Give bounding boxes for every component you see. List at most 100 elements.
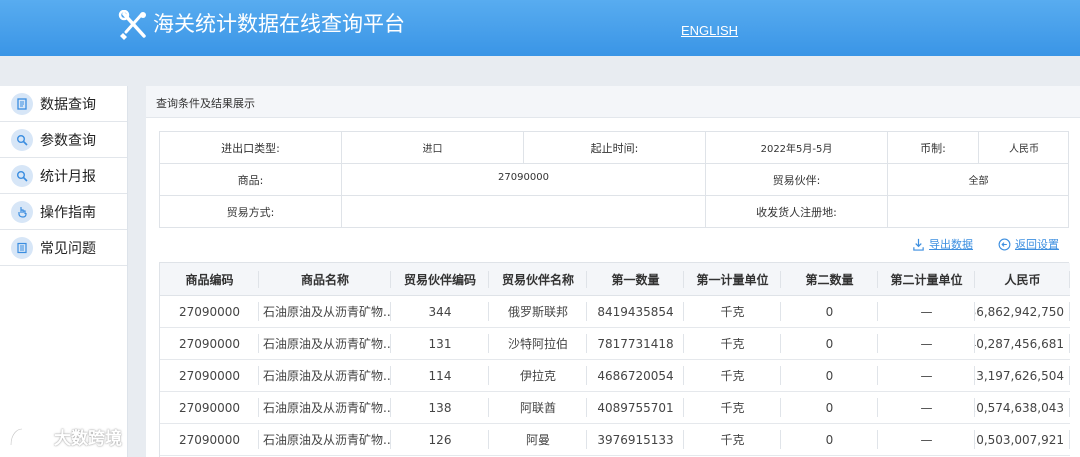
partner-name-cell: 沙特阿拉伯	[489, 328, 587, 359]
hand-pointer-icon	[11, 200, 33, 223]
sidebar-item-label: 操作指南	[40, 204, 96, 221]
period-value: 2022年5月-5月	[706, 132, 888, 164]
rmb-value-cell: 20,574,638,043	[975, 392, 1070, 423]
partner-code-cell: 138	[391, 392, 489, 423]
sidebar-item-label: 参数查询	[40, 132, 96, 149]
period-label: 起止时间:	[524, 132, 706, 164]
commodity-code-cell: 27090000	[160, 328, 259, 359]
trade-mode-label: 贸易方式:	[160, 196, 342, 227]
first-quantity-cell: 4089755701	[587, 392, 684, 423]
search-icon	[11, 128, 33, 151]
second-quantity-cell: 0	[781, 296, 878, 327]
commodity-code-cell: 27090000	[160, 424, 259, 455]
sidebar-item-data-query[interactable]: 数据查询	[0, 86, 127, 122]
watermark-text: 大数跨境	[54, 429, 122, 449]
column-header[interactable]: 贸易伙伴编码	[391, 263, 489, 296]
commodity-name-cell: 石油原油及从沥青矿物...	[259, 328, 391, 359]
app-header: 海关统计数据在线查询平台 ENGLISH	[0, 0, 1080, 56]
commodity-value: 27090000	[342, 164, 706, 196]
partner-name-cell: 阿曼	[489, 424, 587, 455]
commodity-name-cell: 石油原油及从沥青矿物...	[259, 392, 391, 423]
column-header[interactable]: 商品编码	[160, 263, 259, 296]
first-unit-cell: 千克	[684, 328, 781, 359]
currency-label: 币制:	[888, 132, 979, 164]
first-unit-cell: 千克	[684, 296, 781, 327]
export-data-button[interactable]: 导出数据	[912, 236, 973, 252]
column-header[interactable]: 第一数量	[587, 263, 684, 296]
header-band	[0, 56, 1080, 86]
trade-mode-value	[342, 196, 706, 227]
watermark: 大数跨境	[8, 424, 122, 449]
second-unit-cell: —	[878, 328, 975, 359]
second-quantity-cell: 0	[781, 328, 878, 359]
back-to-settings-label: 返回设置	[1015, 238, 1059, 251]
first-quantity-cell: 8419435854	[587, 296, 684, 327]
sidebar-item-label: 常见问题	[40, 240, 96, 257]
table-row[interactable]: 27090000 石油原油及从沥青矿物... 126 阿曼 3976915133…	[160, 424, 1070, 456]
registration-label: 收发货人注册地:	[706, 196, 888, 227]
sidebar-item-label: 统计月报	[40, 168, 96, 185]
partner-name-cell: 阿联酋	[489, 392, 587, 423]
commodity-code-cell: 27090000	[160, 296, 259, 327]
second-quantity-cell: 0	[781, 392, 878, 423]
commodity-name-cell: 石油原油及从沥青矿物...	[259, 296, 391, 327]
rmb-value-cell: 23,197,626,504	[975, 360, 1070, 391]
table-row[interactable]: 27090000 石油原油及从沥青矿物... 114 伊拉克 468672005…	[160, 360, 1070, 392]
first-quantity-cell: 4686720054	[587, 360, 684, 391]
commodity-name-cell: 石油原油及从沥青矿物...	[259, 424, 391, 455]
partner-label: 贸易伙伴:	[706, 164, 888, 196]
search-report-icon	[11, 164, 33, 187]
table-row[interactable]: 27090000 石油原油及从沥青矿物... 138 阿联酋 408975570…	[160, 392, 1070, 424]
partner-code-cell: 131	[391, 328, 489, 359]
list-icon	[11, 236, 33, 259]
second-quantity-cell: 0	[781, 360, 878, 391]
panel-header: 查询条件及结果展示	[146, 86, 1080, 118]
results-table: 商品编码 商品名称 贸易伙伴编码 贸易伙伴名称 第一数量 第一计量单位 第二数量…	[159, 262, 1070, 457]
registration-value	[888, 196, 1069, 227]
first-unit-cell: 千克	[684, 392, 781, 423]
currency-value: 人民币	[979, 132, 1069, 164]
table-header-row: 商品编码 商品名称 贸易伙伴编码 贸易伙伴名称 第一数量 第一计量单位 第二数量…	[160, 263, 1070, 296]
sidebar-item-guide[interactable]: 操作指南	[0, 194, 127, 230]
second-unit-cell: —	[878, 296, 975, 327]
partner-name-cell: 俄罗斯联邦	[489, 296, 587, 327]
commodity-label: 商品:	[160, 164, 342, 196]
partner-name-cell: 伊拉克	[489, 360, 587, 391]
english-link[interactable]: ENGLISH	[681, 22, 738, 40]
rmb-value-cell: 20,503,007,921	[975, 424, 1070, 455]
rmb-value-cell: 36,862,942,750	[975, 296, 1070, 327]
sidebar-item-monthly-report[interactable]: 统计月报	[0, 158, 127, 194]
query-conditions: 进出口类型: 进口 起止时间: 2022年5月-5月 币制: 人民币 商品: 2…	[159, 131, 1069, 228]
second-unit-cell: —	[878, 392, 975, 423]
commodity-name-cell: 石油原油及从沥青矿物...	[259, 360, 391, 391]
table-row[interactable]: 27090000 石油原油及从沥青矿物... 131 沙特阿拉伯 7817731…	[160, 328, 1070, 360]
column-header[interactable]: 商品名称	[259, 263, 391, 296]
app-title: 海关统计数据在线查询平台	[153, 12, 405, 36]
first-quantity-cell: 7817731418	[587, 328, 684, 359]
second-unit-cell: —	[878, 424, 975, 455]
column-header[interactable]: 第二数量	[781, 263, 878, 296]
first-unit-cell: 千克	[684, 360, 781, 391]
sidebar-item-faq[interactable]: 常见问题	[0, 230, 127, 266]
column-header[interactable]: 第一计量单位	[684, 263, 781, 296]
commodity-code-cell: 27090000	[160, 392, 259, 423]
tools-logo-icon	[118, 10, 146, 40]
rmb-value-cell: 40,287,456,681	[975, 328, 1070, 359]
column-header[interactable]: 人民币	[975, 263, 1070, 296]
column-header[interactable]: 贸易伙伴名称	[489, 263, 587, 296]
first-unit-cell: 千克	[684, 424, 781, 455]
trade-type-label: 进出口类型:	[160, 132, 342, 164]
watermark-logo-icon	[9, 427, 47, 445]
column-header[interactable]: 第二计量单位	[878, 263, 975, 296]
sidebar-item-label: 数据查询	[40, 96, 96, 113]
table-row[interactable]: 27090000 石油原油及从沥青矿物... 344 俄罗斯联邦 8419435…	[160, 296, 1070, 328]
document-icon	[11, 92, 33, 115]
sidebar-item-param-query[interactable]: 参数查询	[0, 122, 127, 158]
second-quantity-cell: 0	[781, 424, 878, 455]
partner-code-cell: 344	[391, 296, 489, 327]
panel-title: 查询条件及结果展示	[156, 97, 255, 110]
trade-type-value: 进口	[342, 132, 524, 164]
back-to-settings-button[interactable]: 返回设置	[998, 236, 1059, 252]
export-data-label: 导出数据	[929, 238, 973, 251]
partner-code-cell: 114	[391, 360, 489, 391]
